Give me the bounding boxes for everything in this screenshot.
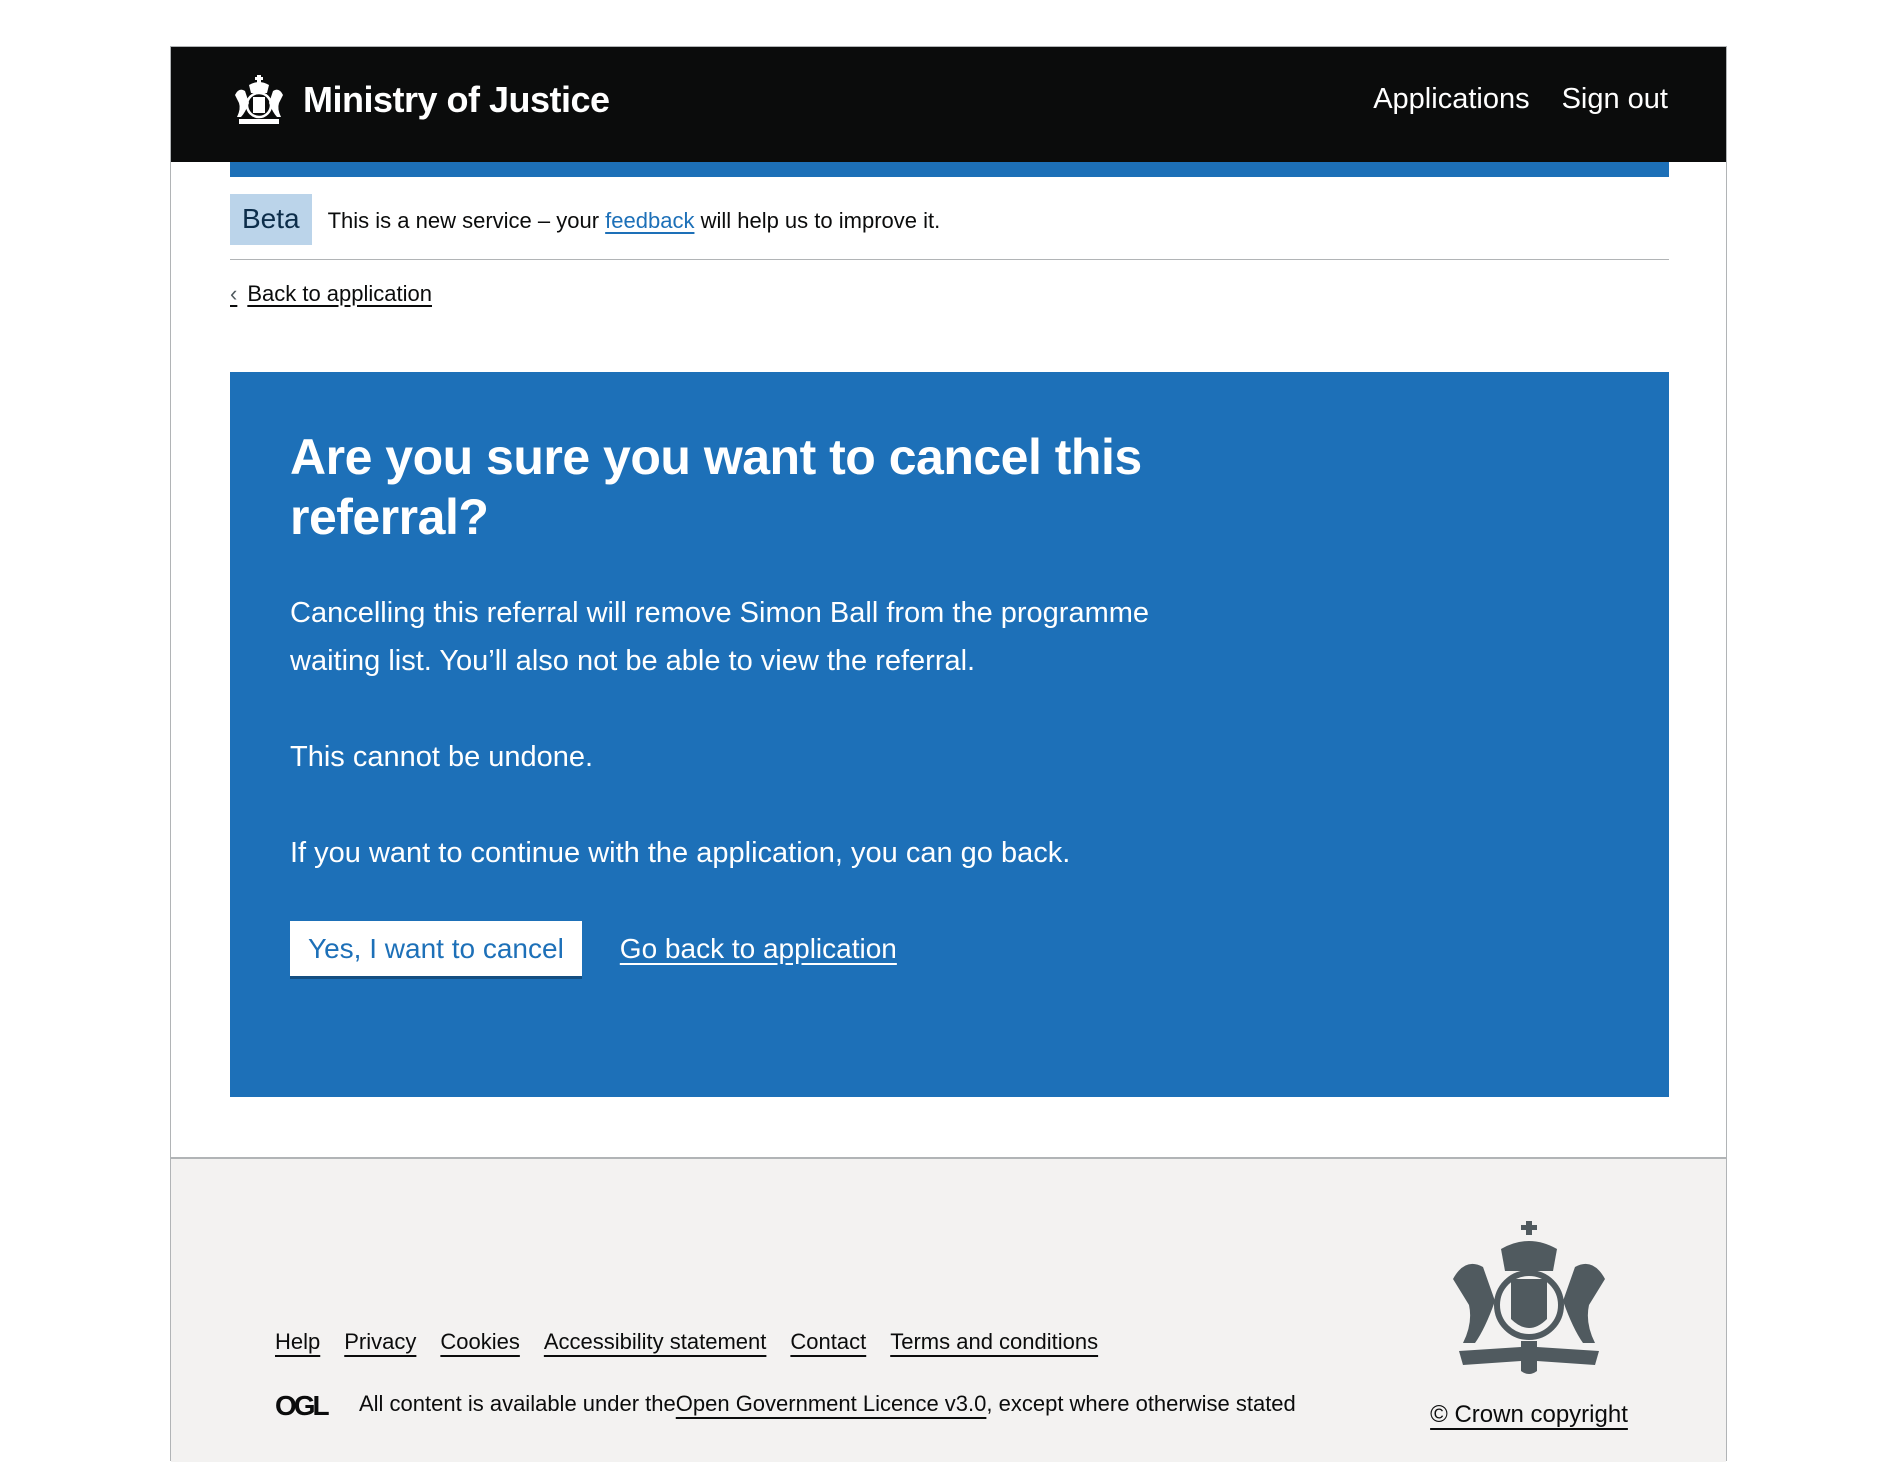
- site-header: Ministry of Justice Applications Sign ou…: [171, 47, 1726, 162]
- panel-paragraph: Cancelling this referral will remove Sim…: [290, 597, 1150, 677]
- crown-copyright: © Crown copyright: [1429, 1219, 1629, 1429]
- confirm-cancel-button[interactable]: Yes, I want to cancel: [290, 921, 582, 976]
- phase-banner-text: This is a new service – your feedback wi…: [328, 208, 941, 234]
- nav-applications[interactable]: Applications: [1373, 83, 1529, 116]
- footer-link-terms[interactable]: Terms and conditions: [890, 1329, 1098, 1355]
- footer-link-help[interactable]: Help: [275, 1329, 320, 1355]
- licence-text-before: All content is available under the: [359, 1391, 676, 1416]
- royal-coat-of-arms-icon: [1453, 1221, 1605, 1374]
- phase-banner: Beta This is a new service – your feedba…: [230, 194, 1669, 260]
- ogl-logo-icon: OGL: [275, 1391, 333, 1417]
- home-link[interactable]: Ministry of Justice: [229, 73, 610, 127]
- royal-coat-of-arms-icon: [235, 75, 283, 124]
- footer-link-contact[interactable]: Contact: [790, 1329, 866, 1355]
- licence-text-after: , except where otherwise stated: [986, 1391, 1296, 1416]
- go-back-to-application-link[interactable]: Go back to application: [620, 933, 897, 965]
- footer-link-cookies[interactable]: Cookies: [440, 1329, 519, 1355]
- page-container: Ministry of Justice Applications Sign ou…: [170, 46, 1727, 1462]
- svg-text:OGL: OGL: [275, 1391, 330, 1417]
- cancel-referral-panel: Are you sure you want to cancel this ref…: [230, 372, 1669, 1097]
- phase-text-after: will help us to improve it.: [694, 208, 941, 233]
- panel-paragraph: If you want to continue with the applica…: [290, 837, 1071, 869]
- header-navigation: Applications Sign out: [1373, 83, 1668, 116]
- crown-copyright-link[interactable]: © Crown copyright: [1430, 1401, 1628, 1429]
- page-title: Are you sure you want to cancel this ref…: [290, 429, 1142, 545]
- panel-paragraph: This cannot be undone.: [290, 741, 594, 773]
- phase-text-before: This is a new service – your: [327, 208, 606, 233]
- header-blue-bar: [230, 162, 1669, 177]
- feedback-link[interactable]: feedback: [605, 208, 694, 233]
- nav-sign-out[interactable]: Sign out: [1562, 83, 1668, 116]
- back-link-label: Back to application: [247, 281, 432, 306]
- panel-actions: Yes, I want to cancel Go back to applica…: [290, 921, 1609, 976]
- footer-link-privacy[interactable]: Privacy: [344, 1329, 416, 1355]
- beta-tag: Beta: [230, 194, 312, 245]
- back-to-application-link[interactable]: ‹ Back to application: [230, 281, 432, 307]
- open-government-licence-link[interactable]: Open Government Licence v3.0: [676, 1391, 987, 1417]
- site-footer: Help Privacy Cookies Accessibility state…: [171, 1157, 1726, 1462]
- chevron-left-icon: ‹: [230, 281, 238, 306]
- footer-links: Help Privacy Cookies Accessibility state…: [275, 1329, 1098, 1355]
- brand-name: Ministry of Justice: [303, 79, 610, 120]
- footer-link-accessibility[interactable]: Accessibility statement: [544, 1329, 767, 1355]
- licence-statement: OGL All content is available under the O…: [275, 1391, 1296, 1417]
